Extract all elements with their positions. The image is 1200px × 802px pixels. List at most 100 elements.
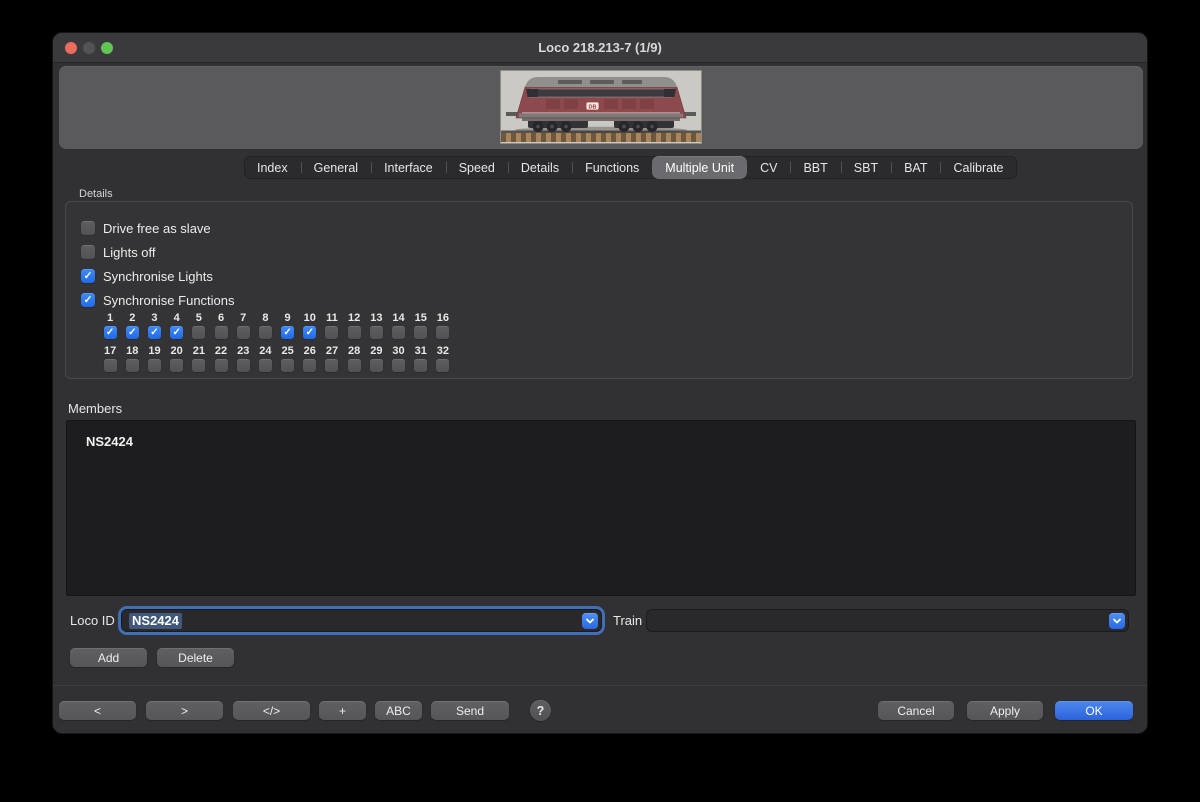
- function-number: 16: [437, 312, 449, 325]
- checkbox-label: Drive free as slave: [103, 221, 211, 236]
- function-column: 2✓: [121, 312, 143, 339]
- function-column: 7: [232, 312, 254, 339]
- function-checkbox-5[interactable]: [192, 326, 205, 339]
- function-checkbox-13[interactable]: [370, 326, 383, 339]
- chevron-down-icon[interactable]: [582, 613, 598, 629]
- member-item[interactable]: NS2424: [67, 421, 1135, 449]
- function-checkbox-20[interactable]: [170, 359, 183, 372]
- tab-multiple-unit[interactable]: Multiple Unit: [652, 156, 747, 179]
- tab-cv[interactable]: CV: [747, 156, 790, 179]
- function-number: 30: [392, 345, 404, 358]
- function-column: 17: [99, 345, 121, 372]
- checkbox-icon[interactable]: [81, 221, 95, 235]
- function-checkbox-16[interactable]: [436, 326, 449, 339]
- function-number: 29: [370, 345, 382, 358]
- function-checkbox-26[interactable]: [303, 359, 316, 372]
- function-checkbox-21[interactable]: [192, 359, 205, 372]
- function-checkbox-22[interactable]: [215, 359, 228, 372]
- function-row: 1✓2✓3✓4✓56789✓10✓111213141516: [99, 312, 454, 339]
- function-checkbox-11[interactable]: [325, 326, 338, 339]
- checkbox-icon[interactable]: ✓: [81, 269, 95, 283]
- checkbox-row: ✓Synchronise Lights: [81, 264, 235, 288]
- title-bar[interactable]: Loco 218.213-7 (1/9): [53, 33, 1147, 63]
- function-column: 21: [188, 345, 210, 372]
- function-checkbox-3[interactable]: ✓: [148, 326, 161, 339]
- tab-interface[interactable]: Interface: [371, 156, 446, 179]
- abc-button[interactable]: ABC: [375, 701, 422, 720]
- details-checkbox-list: Drive free as slaveLights off✓Synchronis…: [81, 216, 235, 312]
- send-button[interactable]: Send: [431, 701, 509, 720]
- train-combobox[interactable]: [646, 609, 1129, 632]
- function-checkbox-32[interactable]: [436, 359, 449, 372]
- train-label: Train: [613, 613, 642, 628]
- tab-sbt[interactable]: SBT: [841, 156, 891, 179]
- function-checkbox-2[interactable]: ✓: [126, 326, 139, 339]
- loco-id-value: NS2424: [129, 613, 182, 629]
- function-number: 10: [304, 312, 316, 325]
- function-checkbox-25[interactable]: [281, 359, 294, 372]
- delete-button[interactable]: Delete: [157, 648, 234, 667]
- function-number: 3: [151, 312, 157, 325]
- next-button[interactable]: >: [146, 701, 223, 720]
- function-checkbox-29[interactable]: [370, 359, 383, 372]
- tab-speed[interactable]: Speed: [446, 156, 508, 179]
- function-checkbox-31[interactable]: [414, 359, 427, 372]
- function-checkbox-12[interactable]: [348, 326, 361, 339]
- function-checkbox-23[interactable]: [237, 359, 250, 372]
- svg-text:DB: DB: [589, 104, 597, 110]
- function-number: 23: [237, 345, 249, 358]
- function-column: 9✓: [277, 312, 299, 339]
- function-checkbox-8[interactable]: [259, 326, 272, 339]
- function-checkbox-19[interactable]: [148, 359, 161, 372]
- function-checkbox-4[interactable]: ✓: [170, 326, 183, 339]
- help-button[interactable]: ?: [530, 700, 551, 721]
- function-checkbox-24[interactable]: [259, 359, 272, 372]
- function-column: 10✓: [299, 312, 321, 339]
- tab-calibrate[interactable]: Calibrate: [940, 156, 1016, 179]
- add-button[interactable]: Add: [70, 648, 147, 667]
- checkbox-icon[interactable]: ✓: [81, 293, 95, 307]
- function-column: 29: [365, 345, 387, 372]
- cancel-button[interactable]: Cancel: [878, 701, 954, 720]
- function-checkbox-18[interactable]: [126, 359, 139, 372]
- function-checkbox-7[interactable]: [237, 326, 250, 339]
- function-checkbox-30[interactable]: [392, 359, 405, 372]
- tab-bat[interactable]: BAT: [891, 156, 940, 179]
- function-checkbox-9[interactable]: ✓: [281, 326, 294, 339]
- plus-button[interactable]: +: [319, 701, 366, 720]
- tab-general[interactable]: General: [301, 156, 371, 179]
- chevron-down-icon[interactable]: [1109, 613, 1125, 629]
- prev-button[interactable]: <: [59, 701, 136, 720]
- tab-functions[interactable]: Functions: [572, 156, 652, 179]
- tab-bbt[interactable]: BBT: [790, 156, 840, 179]
- loco-id-combobox[interactable]: NS2424: [121, 609, 602, 632]
- checkbox-icon[interactable]: [81, 245, 95, 259]
- function-number: 1: [107, 312, 113, 325]
- function-column: 11: [321, 312, 343, 339]
- details-group-label: Details: [79, 188, 113, 200]
- function-number: 19: [148, 345, 160, 358]
- function-number: 4: [174, 312, 180, 325]
- function-number: 18: [126, 345, 138, 358]
- function-column: 12: [343, 312, 365, 339]
- function-checkbox-6[interactable]: [215, 326, 228, 339]
- tab-details[interactable]: Details: [508, 156, 572, 179]
- function-checkbox-27[interactable]: [325, 359, 338, 372]
- code-button[interactable]: </>: [233, 701, 310, 720]
- function-checkbox-15[interactable]: [414, 326, 427, 339]
- function-checkbox-14[interactable]: [392, 326, 405, 339]
- function-checkbox-1[interactable]: ✓: [104, 326, 117, 339]
- function-number: 27: [326, 345, 338, 358]
- tab-index[interactable]: Index: [244, 156, 301, 179]
- apply-button[interactable]: Apply: [967, 701, 1043, 720]
- function-checkbox-17[interactable]: [104, 359, 117, 372]
- ok-button[interactable]: OK: [1055, 701, 1133, 720]
- function-number: 8: [262, 312, 268, 325]
- locomotive-image: DB: [500, 70, 702, 144]
- checkbox-label: Synchronise Functions: [103, 293, 235, 308]
- tab-bar: IndexGeneralInterfaceSpeedDetailsFunctio…: [244, 156, 1017, 179]
- function-column: 26: [299, 345, 321, 372]
- function-checkbox-28[interactable]: [348, 359, 361, 372]
- function-checkbox-10[interactable]: ✓: [303, 326, 316, 339]
- members-list[interactable]: NS2424: [66, 420, 1136, 596]
